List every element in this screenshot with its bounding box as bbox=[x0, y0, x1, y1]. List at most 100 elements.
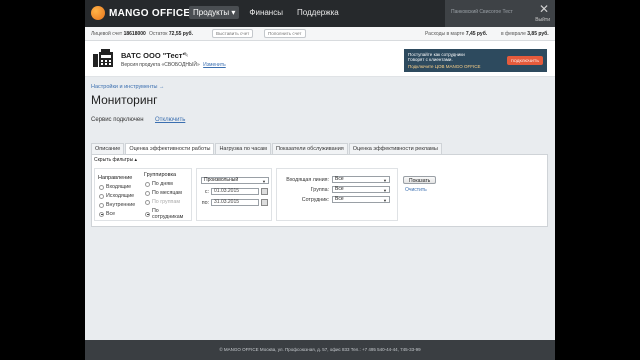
radio-label: Внутренние bbox=[106, 202, 136, 208]
grouping-heading: Группировка bbox=[144, 172, 177, 178]
nav-item-finance[interactable]: Финансы bbox=[245, 6, 287, 19]
radio-group-groups[interactable]: По группам bbox=[145, 199, 180, 205]
radio-direction-all[interactable]: Все bbox=[99, 211, 115, 217]
line-group-box: Входящая линия: Все ▼ Группа: Все ▼ Сотруд… bbox=[276, 168, 398, 221]
radio-label: Входящие bbox=[106, 184, 132, 190]
fax-icon bbox=[93, 49, 113, 67]
tab-service-indicators[interactable]: Показатели обслуживания bbox=[271, 143, 348, 154]
user-name[interactable]: Панковский Свисогое Тест bbox=[451, 9, 513, 15]
exit-link[interactable]: Выйти bbox=[535, 17, 550, 23]
user-box: Панковский Свисогое Тест ✕ Выйти bbox=[445, 0, 555, 27]
date-from-input[interactable]: 01.03.2015 bbox=[211, 188, 259, 195]
promo-connect-button[interactable]: ПОДКЛЮЧИТЬ bbox=[506, 56, 543, 65]
radio-circle bbox=[145, 190, 150, 196]
period-select[interactable]: Произвольный ▼ bbox=[201, 177, 269, 184]
top-navigation-bar: MANGO OFFICE Продукты ▾ Финансы Поддержк… bbox=[85, 0, 555, 27]
balance-label: Остаток bbox=[149, 31, 168, 37]
show-button[interactable]: Показать bbox=[403, 176, 437, 184]
date-to-input[interactable]: 31.03.2015 bbox=[211, 199, 259, 206]
radio-group-months[interactable]: По месяцам bbox=[145, 190, 182, 196]
radio-label: Все bbox=[106, 211, 116, 217]
radio-label: По дням bbox=[152, 181, 173, 187]
company-name: ВАТС ООО "Тест" bbox=[121, 51, 186, 60]
hide-filters-toggle[interactable]: Скрыть фильтры ▴ bbox=[94, 157, 137, 163]
radio-direction-internal[interactable]: Внутренние bbox=[99, 202, 135, 208]
tab-bar: Описание Оценка эффективности работы Наг… bbox=[91, 143, 443, 154]
tab-work-efficiency[interactable]: Оценка эффективности работы bbox=[125, 143, 215, 154]
radio-label: По группам bbox=[152, 199, 181, 205]
radio-circle bbox=[145, 181, 150, 187]
service-disable-link[interactable]: Отключить bbox=[155, 117, 185, 123]
employee-value: Все bbox=[335, 196, 344, 202]
company-header: ВАТС ООО "Тест" ✎ Версия продукта «СВОБО… bbox=[85, 41, 555, 77]
group-select[interactable]: Все ▼ bbox=[332, 186, 390, 193]
radio-direction-incoming[interactable]: Входящие bbox=[99, 184, 131, 190]
radio-circle bbox=[99, 211, 104, 217]
promo-subtext: Подключите ЦОВ MANGO OFFICE bbox=[408, 64, 481, 69]
radio-circle bbox=[145, 211, 150, 217]
dropdown-arrow-icon: ▼ bbox=[383, 178, 387, 183]
product-version: Версия продукта «СВОБОДНЫЙ» Изменить bbox=[121, 62, 226, 68]
date-to-label: по: bbox=[201, 200, 209, 206]
filter-panel: Скрыть фильтры ▴ Направление Входящие Ис… bbox=[91, 154, 548, 227]
march-value: 7,45 руб. bbox=[465, 31, 488, 37]
mango-logo-icon bbox=[91, 6, 105, 20]
nav-item-products[interactable]: Продукты ▾ bbox=[189, 6, 240, 19]
period-box: Произвольный ▼ с: 01.03.2015 по: 31.03.20… bbox=[196, 168, 357, 221]
incoming-line-value: Все bbox=[335, 176, 344, 182]
page-title: Мониторинг bbox=[91, 93, 158, 107]
tab-description[interactable]: Описание bbox=[91, 143, 125, 154]
account-bar: Лицевой счет 18618000 Остаток 72,55 руб.… bbox=[85, 27, 555, 41]
app-frame: MANGO OFFICE Продукты ▾ Финансы Поддержк… bbox=[85, 0, 555, 360]
product-version-text: Версия продукта «СВОБОДНЫЙ» bbox=[121, 62, 200, 68]
balance: Остаток 72,55 руб. bbox=[149, 31, 193, 37]
employee-select[interactable]: Все ▼ bbox=[332, 196, 390, 203]
promo-text: Поступайте как сотрудники Говорят с клие… bbox=[408, 52, 465, 62]
incoming-line-label: Входящая линия: bbox=[286, 177, 329, 183]
feb-value: 3,85 руб. bbox=[527, 31, 549, 37]
clear-link[interactable]: Очистить bbox=[405, 187, 427, 193]
radio-circle bbox=[99, 193, 104, 199]
march-label: Расходы в марте bbox=[425, 31, 465, 37]
radio-group-days[interactable]: По дням bbox=[145, 181, 173, 187]
dropdown-arrow-icon: ▼ bbox=[262, 179, 266, 184]
incoming-line-select[interactable]: Все ▼ bbox=[332, 176, 390, 183]
nav-item-support[interactable]: Поддержка bbox=[293, 6, 343, 19]
radio-label: По месяцам bbox=[152, 190, 182, 196]
radio-label: Исходящие bbox=[106, 193, 135, 199]
feb-expenses: в феврале 3,85 руб. bbox=[501, 31, 549, 37]
group-value: Все bbox=[335, 186, 344, 192]
radio-group-employees[interactable]: По сотрудникам bbox=[145, 208, 191, 220]
dropdown-arrow-icon: ▼ bbox=[383, 198, 387, 203]
group-label: Группа: bbox=[310, 187, 329, 193]
change-version-link[interactable]: Изменить bbox=[203, 62, 226, 68]
tab-hourly-load[interactable]: Нагрузка по часам bbox=[215, 143, 271, 154]
close-icon[interactable]: ✕ bbox=[539, 3, 549, 15]
calendar-icon[interactable] bbox=[261, 188, 268, 195]
direction-grouping-box: Направление Входящие Исходящие Внутренни… bbox=[94, 168, 192, 221]
brand-logo[interactable]: MANGO OFFICE bbox=[91, 6, 190, 20]
dropdown-arrow-icon: ▼ bbox=[383, 188, 387, 193]
breadcrumb[interactable]: Настройки и инструменты → bbox=[91, 84, 165, 90]
balance-value: 72,55 руб. bbox=[168, 31, 194, 37]
radio-circle bbox=[145, 199, 150, 205]
logo-text: MANGO OFFICE bbox=[109, 7, 191, 19]
personal-account: Лицевой счет 18618000 bbox=[91, 31, 146, 37]
topup-button[interactable]: Пополнить счет bbox=[264, 29, 306, 38]
tab-ad-efficiency[interactable]: Оценка эффективности рекламы bbox=[348, 143, 442, 154]
calendar-icon[interactable] bbox=[261, 199, 268, 206]
date-from-label: с: bbox=[204, 189, 209, 195]
radio-direction-outgoing[interactable]: Исходящие bbox=[99, 193, 134, 199]
personal-account-label: Лицевой счет bbox=[91, 31, 123, 37]
march-expenses: Расходы в марте 7,45 руб. bbox=[425, 31, 487, 37]
feb-label: в феврале bbox=[501, 31, 526, 37]
radio-circle bbox=[99, 202, 104, 208]
edit-pencil-icon[interactable]: ✎ bbox=[183, 51, 189, 59]
period-select-value: Произвольный bbox=[204, 177, 239, 183]
invoice-button[interactable]: Выставить счет bbox=[212, 29, 254, 38]
personal-account-value: 18618000 bbox=[123, 31, 146, 37]
employee-label: Сотрудник: bbox=[301, 197, 329, 203]
promo-banner[interactable]: Поступайте как сотрудники Говорят с клие… bbox=[404, 49, 547, 72]
direction-heading: Направление bbox=[98, 175, 133, 181]
radio-label: По сотрудникам bbox=[151, 208, 184, 220]
